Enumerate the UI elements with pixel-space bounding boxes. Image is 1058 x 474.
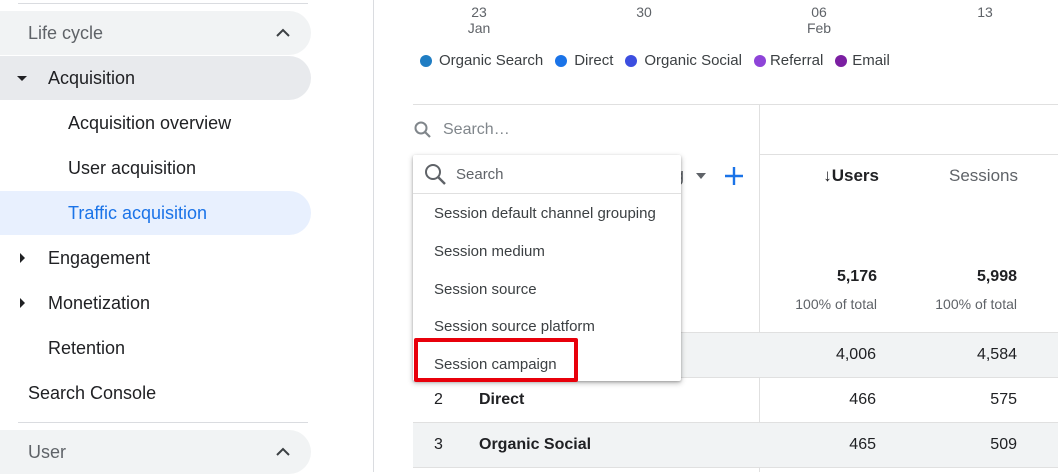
cell-users: 4,006 xyxy=(835,346,876,363)
sidebar-item-label: Search Console xyxy=(28,382,157,403)
chart-legend: Organic Search Direct Organic Social Ref… xyxy=(420,52,902,69)
caret-down-icon xyxy=(17,76,27,81)
sidebar-item-traffic-acquisition[interactable]: Traffic acquisition xyxy=(0,191,311,235)
legend-label: Organic Social xyxy=(644,52,742,69)
section-title: User xyxy=(28,441,67,462)
legend-label: Referral xyxy=(769,52,824,69)
x-tick-label: 30 xyxy=(636,4,652,20)
sidebar-item-acquisition[interactable]: Acquisition xyxy=(0,56,311,100)
section-title: Life cycle xyxy=(28,22,104,43)
dropdown-option[interactable]: Session medium xyxy=(434,243,545,260)
legend-dot-icon xyxy=(420,54,432,67)
column-header-users[interactable]: ↓Users xyxy=(819,166,879,186)
sidebar-item-retention[interactable]: Retention xyxy=(0,326,311,370)
legend-label: Email xyxy=(852,52,890,69)
legend-item-email[interactable]: Email xyxy=(835,52,890,69)
section-user-header[interactable]: User xyxy=(0,430,311,474)
legend-item-referral[interactable]: Referral xyxy=(753,52,824,69)
add-dimension-icon[interactable] xyxy=(722,164,746,188)
row-number: 2 xyxy=(434,391,443,408)
legend-label: Direct xyxy=(574,52,614,69)
legend-dot-icon xyxy=(555,54,568,67)
search-placeholder: Search… xyxy=(443,121,510,138)
cell-sessions: 509 xyxy=(990,436,1017,453)
legend-label: Organic Search xyxy=(439,52,544,69)
sidebar-item-search-console[interactable]: Search Console xyxy=(0,371,311,415)
x-tick-label: 13 xyxy=(977,4,993,20)
sidebar-item-engagement[interactable]: Engagement xyxy=(0,236,311,280)
row-channel-name[interactable]: Direct xyxy=(479,391,524,409)
section-lifecycle-header[interactable]: Life cycle xyxy=(0,11,311,55)
cell-users: 465 xyxy=(849,436,876,453)
caret-right-icon xyxy=(20,298,25,308)
dropdown-option[interactable]: Session source platform xyxy=(434,318,595,335)
total-users: 5,176 xyxy=(836,268,877,285)
sidebar-item-user-acquisition[interactable]: User acquisition xyxy=(0,146,311,190)
sidebar-item-acquisition-overview[interactable]: Acquisition overview xyxy=(0,101,311,145)
sidebar-item-label: Monetization xyxy=(48,292,151,313)
sidebar-item-monetization[interactable]: Monetization xyxy=(0,281,311,325)
search-icon xyxy=(425,164,446,185)
chevron-up-icon xyxy=(276,28,290,37)
cell-sessions: 4,584 xyxy=(976,346,1017,363)
legend-item-direct[interactable]: Direct xyxy=(555,52,613,69)
cell-users: 466 xyxy=(849,391,876,408)
search-icon xyxy=(414,121,431,138)
row-channel-name[interactable]: Organic Social xyxy=(479,436,591,454)
dropdown-option[interactable]: Session default channel grouping xyxy=(434,205,656,222)
divider xyxy=(18,3,308,4)
dropdown-option[interactable]: Session source xyxy=(434,281,537,298)
dropdown-search[interactable]: Search xyxy=(413,155,681,194)
legend-dot-icon xyxy=(753,54,766,67)
sidebar-item-label: Acquisition overview xyxy=(68,112,232,133)
row-number: 3 xyxy=(434,436,443,453)
row-divider xyxy=(413,467,1058,468)
table-border xyxy=(759,154,1058,155)
total-sessions: 5,998 xyxy=(976,268,1017,285)
sidebar-item-label: Engagement xyxy=(48,247,151,268)
cell-sessions: 575 xyxy=(990,391,1017,408)
table-row[interactable]: 2 Direct 466 575 xyxy=(413,378,1058,423)
sidebar-item-label: Traffic acquisition xyxy=(68,202,208,223)
highlight-annotation-box xyxy=(414,338,578,382)
column-header-sessions[interactable]: Sessions xyxy=(936,166,1018,186)
table-search[interactable]: Search… xyxy=(413,105,759,155)
x-tick-label: 06 Feb xyxy=(806,4,832,36)
sidebar-item-label: Retention xyxy=(48,337,126,358)
sidebar-nav: Life cycle Acquisition Acquisition overv… xyxy=(0,0,374,474)
legend-item-organic-search[interactable]: Organic Search xyxy=(420,52,543,69)
legend-dot-icon xyxy=(835,54,848,67)
dropdown-caret-icon[interactable] xyxy=(696,173,706,179)
caret-right-icon xyxy=(20,253,25,263)
table-row[interactable]: 3 Organic Social 465 509 xyxy=(413,423,1058,468)
chevron-up-icon xyxy=(276,447,290,456)
legend-item-organic-social[interactable]: Organic Social xyxy=(625,52,742,69)
sidebar-item-label: User acquisition xyxy=(68,157,197,178)
divider xyxy=(18,422,308,423)
sidebar-item-label: Acquisition xyxy=(48,67,136,88)
x-tick-label: 23 Jan xyxy=(467,4,491,36)
total-sessions-pct: 100% of total xyxy=(935,296,1017,312)
dropdown-search-placeholder: Search xyxy=(456,165,504,183)
total-users-pct: 100% of total xyxy=(795,296,877,312)
legend-dot-icon xyxy=(625,54,638,67)
